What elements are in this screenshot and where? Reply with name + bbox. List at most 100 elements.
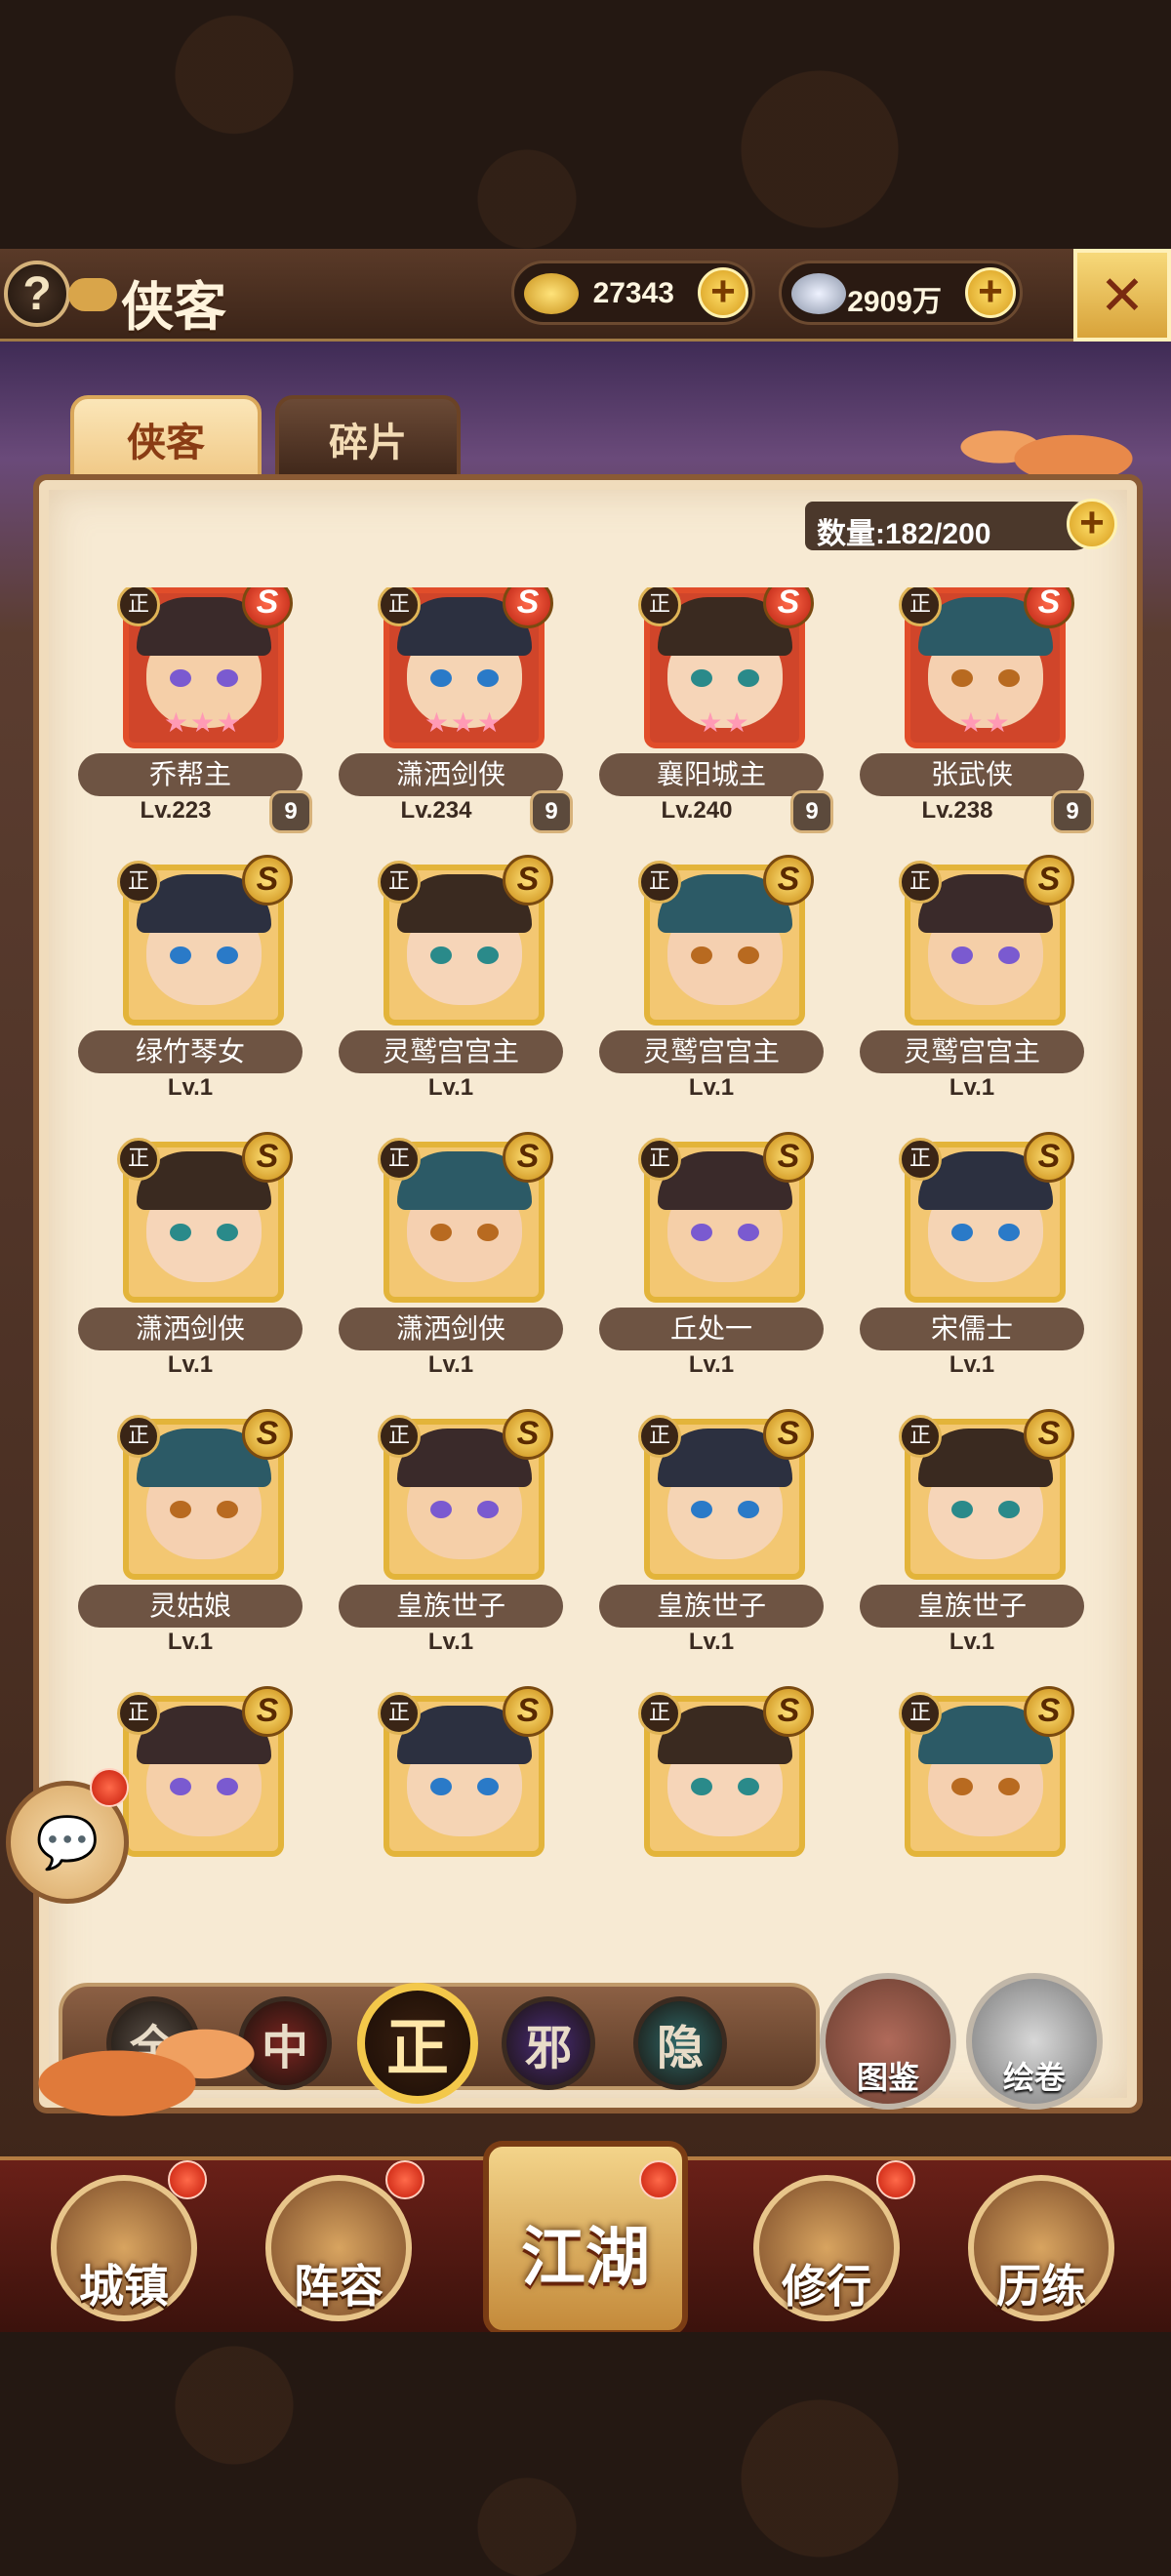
star-rating: ★★ [698, 707, 751, 738]
expand-capacity-button[interactable]: + [1067, 499, 1117, 549]
hero-card[interactable]: ★★ 正 S 襄阳城主 Lv.240 9 [599, 587, 833, 851]
hero-card[interactable]: 正 S 绿竹琴女 Lv.1 [78, 855, 303, 1128]
help-icon[interactable]: ? [4, 261, 70, 327]
faction-badge: 正 [117, 1138, 160, 1181]
hero-card[interactable]: 正 S [339, 1686, 553, 1959]
scroll-button[interactable]: 绘卷 [966, 1973, 1103, 2110]
nav-training[interactable]: 修行 [753, 2175, 900, 2321]
faction-badge: 正 [117, 861, 160, 904]
nav-trial[interactable]: 历练 [968, 2175, 1114, 2321]
close-button[interactable]: ✕ [1073, 249, 1171, 342]
star-rating: ★★★ [163, 707, 244, 738]
filter-righteous[interactable]: 正 [357, 1983, 478, 2104]
notification-dot [90, 1768, 129, 1807]
hero-name: 乔帮主 [78, 753, 303, 796]
hero-level: Lv.234 [400, 797, 472, 824]
hero-card[interactable]: ★★★ 正 S 乔帮主 Lv.223 9 [78, 587, 312, 851]
hero-card[interactable]: 正 S 灵姑娘 Lv.1 [78, 1409, 303, 1682]
star-rating: ★★ [958, 707, 1012, 738]
hero-level: Lv.1 [427, 1074, 474, 1101]
hero-level: Lv.1 [427, 1629, 474, 1655]
atlas-label: 图鉴 [856, 2059, 919, 2096]
hero-card[interactable]: 正 S 灵鹫宫宫主 Lv.1 [339, 855, 563, 1128]
nav-lineup[interactable]: 阵容 [265, 2175, 412, 2321]
tab-fragments[interactable]: 碎片 [275, 395, 461, 483]
grade-badge: S [242, 1409, 293, 1460]
hero-card[interactable]: 正 S 皇族世子 Lv.1 [599, 1409, 824, 1682]
hero-grid: ★★★ 正 S 乔帮主 Lv.223 9 ★★★ 正 S 潇洒剑侠 Lv.234… [78, 587, 1112, 1983]
hero-card[interactable]: 正 S 丘处一 Lv.1 [599, 1132, 824, 1405]
grade-badge: S [1024, 855, 1074, 906]
hero-name: 丘处一 [599, 1308, 824, 1350]
faction-badge: 正 [638, 1692, 681, 1735]
tab-heroes[interactable]: 侠客 [70, 395, 262, 483]
top-bar: ? 侠客 27343 + 2909万 + ✕ [0, 249, 1171, 342]
star-rating: ★★★ [424, 707, 505, 738]
hero-card[interactable]: 正 S 潇洒剑侠 Lv.1 [339, 1132, 563, 1405]
top-background [0, 0, 1171, 249]
faction-badge: 正 [378, 1138, 421, 1181]
nav-town[interactable]: 城镇 [51, 2175, 197, 2321]
silver-amount: 2909万 [847, 286, 942, 318]
hero-name: 皇族世子 [599, 1585, 824, 1628]
hero-name: 潇洒剑侠 [339, 1308, 563, 1350]
filter-evil[interactable]: 邪 [502, 1996, 595, 2090]
silver-ingot-icon [791, 273, 846, 314]
grade-badge: S [1024, 1409, 1074, 1460]
rank-badge: 9 [269, 790, 312, 833]
hero-name: 张武侠 [860, 753, 1084, 796]
hero-level: Lv.1 [167, 1351, 214, 1378]
maple-leaves-decoration [0, 2010, 293, 2156]
hero-level: Lv.1 [688, 1074, 735, 1101]
hero-name: 绿竹琴女 [78, 1030, 303, 1073]
hero-level: Lv.240 [661, 797, 733, 824]
capacity-label: 数量:182/200 [817, 518, 991, 550]
hero-card[interactable]: 正 S 灵鹫宫宫主 Lv.1 [599, 855, 824, 1128]
add-gold-button[interactable]: + [698, 267, 748, 318]
faction-badge: 正 [638, 1415, 681, 1458]
nav-lineup-label: 阵容 [294, 2260, 384, 2313]
hero-card[interactable]: ★★★ 正 S 潇洒剑侠 Lv.234 9 [339, 587, 573, 851]
notification-dot [639, 2160, 678, 2199]
faction-badge: 正 [899, 861, 942, 904]
hero-level: Lv.1 [949, 1629, 995, 1655]
hero-card[interactable]: 正 S 皇族世子 Lv.1 [339, 1409, 563, 1682]
hero-name: 潇洒剑侠 [339, 753, 563, 796]
atlas-button[interactable]: 图鉴 [820, 1973, 956, 2110]
hero-level: Lv.1 [167, 1074, 214, 1101]
bottom-background [0, 2332, 1171, 2576]
grade-badge: S [242, 1132, 293, 1183]
hero-card[interactable]: 正 S [599, 1686, 814, 1959]
hero-name: 灵鹫宫宫主 [599, 1030, 824, 1073]
hero-level: Lv.1 [949, 1074, 995, 1101]
nav-town-label: 城镇 [79, 2260, 169, 2313]
notification-dot [385, 2160, 424, 2199]
hero-level: Lv.1 [688, 1629, 735, 1655]
nav-training-label: 修行 [782, 2260, 871, 2313]
grade-badge: S [242, 855, 293, 906]
hero-card[interactable]: 正 S 潇洒剑侠 Lv.1 [78, 1132, 303, 1405]
grade-badge: S [503, 1409, 553, 1460]
rank-badge: 9 [530, 790, 573, 833]
grade-badge: S [763, 1686, 814, 1737]
hero-card[interactable]: 正 S [860, 1686, 1074, 1959]
notification-dot [168, 2160, 207, 2199]
hero-card[interactable]: 正 S 皇族世子 Lv.1 [860, 1409, 1084, 1682]
hero-card[interactable]: 正 S 宋儒士 Lv.1 [860, 1132, 1084, 1405]
scroll-label: 绘卷 [1002, 2059, 1066, 2096]
hero-name: 灵姑娘 [78, 1585, 303, 1628]
gold-amount: 27343 [592, 277, 674, 309]
faction-badge: 正 [638, 1138, 681, 1181]
hero-card[interactable]: ★★ 正 S 张武侠 Lv.238 9 [860, 587, 1094, 851]
faction-badge: 正 [899, 1138, 942, 1181]
page-title: 侠客 [121, 275, 226, 338]
gold-currency: 27343 + [511, 261, 755, 325]
hero-card[interactable]: 正 S 灵鹫宫宫主 Lv.1 [860, 855, 1084, 1128]
capacity-box: 数量:182/200 + [805, 499, 1117, 550]
hero-name: 皇族世子 [339, 1585, 563, 1628]
rank-badge: 9 [1051, 790, 1094, 833]
filter-hidden[interactable]: 隐 [633, 1996, 727, 2090]
hero-level: Lv.1 [167, 1629, 214, 1655]
add-silver-button[interactable]: + [965, 267, 1016, 318]
notification-dot [876, 2160, 915, 2199]
